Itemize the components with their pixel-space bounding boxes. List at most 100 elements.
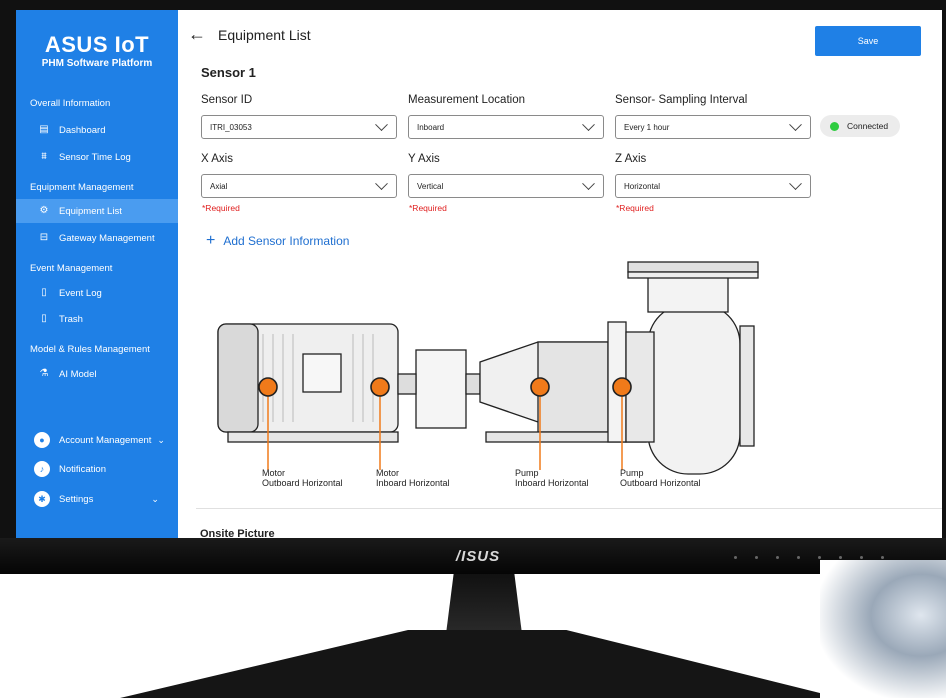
sidebar-item-equipment-list[interactable]: ⚙ Equipment List — [16, 199, 178, 223]
status-text: Connected — [847, 121, 889, 131]
interval-label: Sensor- Sampling Interval — [615, 94, 748, 106]
point-label-motor-outboard: Motor Outboard Horizontal — [262, 468, 343, 488]
brand-logo: ASUS IoT — [44, 32, 150, 57]
point-label-line: Motor — [376, 468, 400, 478]
monitor-button-dot — [839, 556, 842, 559]
discharge-flange — [627, 271, 759, 279]
bell-icon: ♪ — [34, 461, 50, 477]
y-axis-label: Y Axis — [408, 153, 440, 165]
section-event-management: Event Management — [30, 263, 113, 274]
sidebar-item-label: Equipment List — [59, 205, 122, 217]
sensor-point-motor-outboard — [258, 377, 278, 397]
monitor-button-dot — [860, 556, 863, 559]
monitor-stand-neck — [446, 574, 522, 634]
point-label-line: Outboard Horizontal — [262, 478, 343, 488]
select-value: Axial — [210, 181, 228, 191]
monitor-logo: /ISUS — [455, 548, 501, 565]
sidebar-item-notification[interactable]: ♪ Notification — [16, 457, 178, 481]
dashboard-icon: ▤ — [39, 124, 49, 135]
interval-select[interactable]: Every 1 hour — [615, 115, 811, 139]
point-label-line: Motor — [262, 468, 286, 478]
select-value: Vertical — [417, 181, 444, 191]
point-label-pump-inboard: Pump Inboard Horizontal — [515, 468, 589, 488]
add-sensor-button[interactable]: + Add Sensor Information — [206, 232, 349, 250]
z-axis-label: Z Axis — [615, 153, 647, 165]
sidebar-item-sensor-time-log[interactable]: ⩩ Sensor Time Log — [16, 145, 178, 169]
ai-model-icon: ⚗ — [39, 368, 49, 379]
sidebar: ASUS IoT PHM Software Platform Overall I… — [16, 10, 178, 538]
coupling-guard — [415, 349, 467, 429]
gear-icon: ✱ — [34, 491, 50, 507]
sidebar-item-label: AI Model — [59, 368, 97, 380]
section-overall-information: Overall Information — [30, 98, 111, 109]
sensor-point-pump-outboard — [612, 377, 632, 397]
equipment-diagram — [217, 261, 759, 475]
chevron-down-icon — [582, 117, 595, 131]
monitor-button-dot — [776, 556, 779, 559]
select-value: Every 1 hour — [624, 122, 670, 132]
sidebar-item-settings[interactable]: ✱ Settings ⌄ — [16, 487, 178, 511]
sensor-id-label: Sensor ID — [201, 94, 253, 106]
discharge-flange — [627, 261, 759, 273]
gateway-icon: ⊟ — [39, 232, 49, 243]
onsite-picture-heading: Onsite Picture — [200, 528, 275, 538]
location-select[interactable]: Inboard — [408, 115, 604, 139]
chevron-down-icon: ⌄ — [151, 493, 159, 504]
point-label-line: Pump — [515, 468, 539, 478]
monitor-button-dot — [734, 556, 737, 559]
monitor-button-dot — [797, 556, 800, 559]
monitor-bezel-top — [0, 0, 946, 10]
select-value: Inboard — [417, 122, 445, 132]
monitor-bezel-right — [942, 0, 946, 540]
motor-endcap — [217, 323, 259, 433]
sidebar-item-trash[interactable]: ▯ Trash — [16, 307, 178, 331]
suction-flange — [739, 325, 755, 447]
sidebar-item-ai-model[interactable]: ⚗ AI Model — [16, 362, 178, 386]
select-value: Horizontal — [624, 181, 661, 191]
motor-base — [227, 431, 399, 443]
chevron-down-icon: ⌄ — [157, 434, 165, 445]
background-glow — [820, 560, 946, 698]
sidebar-item-label: Gateway Management — [59, 232, 155, 244]
sensor-point-pump-inboard — [530, 377, 550, 397]
sidebar-item-label: Settings — [59, 493, 94, 505]
x-axis-select[interactable]: Axial — [201, 174, 397, 198]
point-label-pump-outboard: Pump Outboard Horizontal — [620, 468, 701, 488]
status-badge: Connected — [820, 115, 900, 137]
point-label-line: Outboard Horizontal — [620, 478, 701, 488]
brand-subtitle: PHM Software Platform — [41, 58, 153, 69]
section-equipment-management: Equipment Management — [30, 182, 134, 193]
back-arrow-icon[interactable]: ← — [188, 24, 206, 45]
sensor-heading: Sensor 1 — [201, 65, 256, 80]
page-title: Equipment List — [218, 27, 311, 43]
y-axis-select[interactable]: Vertical — [408, 174, 604, 198]
motor-junction-box — [302, 353, 342, 393]
sidebar-item-label: Sensor Time Log — [59, 151, 131, 163]
sensor-id-select[interactable]: ITRI_03053 — [201, 115, 397, 139]
z-axis-select[interactable]: Horizontal — [615, 174, 811, 198]
document-icon: ▯ — [41, 287, 47, 298]
point-label-motor-inboard: Motor Inboard Horizontal — [376, 468, 450, 488]
monitor-stand-base — [120, 630, 840, 698]
chevron-down-icon — [375, 117, 388, 131]
section-model-rules-management: Model & Rules Management — [30, 344, 150, 355]
monitor-button-dot — [881, 556, 884, 559]
z-axis-required-text: *Required — [616, 203, 654, 213]
save-button[interactable]: Save — [815, 26, 921, 56]
chevron-down-icon — [789, 176, 802, 190]
sidebar-item-event-log[interactable]: ▯ Event Log — [16, 281, 178, 305]
point-label-line: Inboard Horizontal — [515, 478, 589, 488]
section-divider — [196, 508, 942, 509]
sidebar-item-gateway-management[interactable]: ⊟ Gateway Management — [16, 226, 178, 250]
sidebar-item-label: Account Management — [59, 434, 152, 446]
x-axis-label: X Axis — [201, 153, 233, 165]
sidebar-item-dashboard[interactable]: ▤ Dashboard — [16, 118, 178, 142]
select-value: ITRI_03053 — [210, 122, 252, 132]
chevron-down-icon — [375, 176, 388, 190]
sidebar-item-account-management[interactable]: ● Account Management ⌄ — [16, 428, 178, 452]
sidebar-item-label: Dashboard — [59, 124, 106, 136]
trash-icon: ▯ — [41, 313, 47, 324]
add-sensor-label: Add Sensor Information — [223, 234, 350, 248]
chevron-down-icon — [582, 176, 595, 190]
point-label-line: Inboard Horizontal — [376, 478, 450, 488]
